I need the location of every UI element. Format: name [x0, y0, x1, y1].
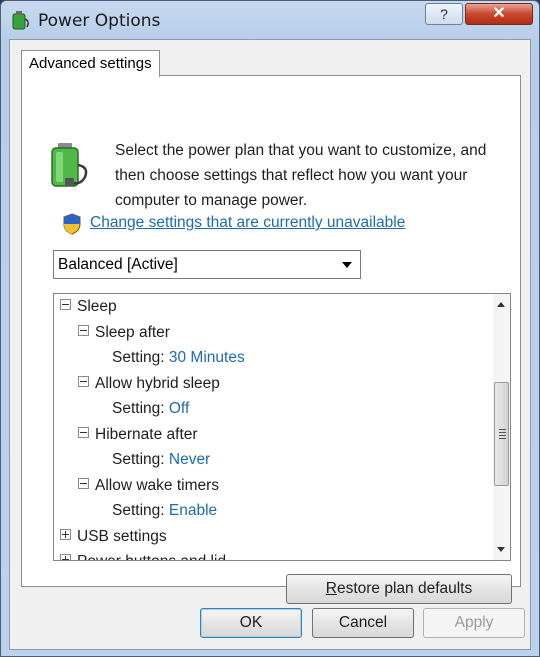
tab-advanced-settings[interactable]: Advanced settings	[21, 50, 160, 77]
restore-accelerator: R	[325, 580, 337, 597]
power-options-window: Power Options ? ✕ Advanced settings Sele…	[0, 0, 540, 657]
setting-sleep-after[interactable]: Setting: 30 Minutes	[112, 346, 245, 370]
expand-icon[interactable]	[60, 554, 71, 560]
tree-item-sleep[interactable]: Sleep	[60, 295, 117, 319]
expand-icon[interactable]	[60, 529, 71, 541]
setting-label: Setting:	[112, 349, 165, 366]
tree-item-power-buttons[interactable]: Power buttons and lid	[60, 550, 226, 560]
scroll-thumb[interactable]	[494, 382, 509, 486]
uac-shield-icon	[63, 213, 81, 235]
setting-hibernate-after[interactable]: Setting: Never	[112, 448, 210, 472]
tree-item-usb-settings[interactable]: USB settings	[60, 525, 167, 549]
cancel-button[interactable]: Cancel	[312, 608, 414, 638]
tree-item-label: Hibernate after	[95, 426, 198, 443]
setting-label: Setting:	[112, 400, 165, 417]
grip-icon	[499, 429, 506, 439]
change-settings-link[interactable]: Change settings that are currently unava…	[90, 214, 405, 232]
setting-value[interactable]: Off	[169, 400, 189, 417]
restore-label: estore plan defaults	[336, 580, 473, 597]
setting-value[interactable]: 30 Minutes	[169, 349, 245, 366]
power-plan-dropdown[interactable]: Balanced [Active]	[53, 250, 361, 279]
tree-item-wake-timers[interactable]: Allow wake timers	[78, 474, 219, 498]
power-options-icon	[12, 11, 29, 30]
collapse-icon[interactable]	[78, 325, 89, 337]
ok-button[interactable]: OK	[200, 608, 302, 638]
battery-plug-icon	[51, 143, 88, 187]
setting-value[interactable]: Enable	[169, 502, 217, 519]
tree-item-label: Sleep after	[95, 324, 170, 341]
window-title: Power Options	[38, 11, 161, 31]
collapse-icon[interactable]	[78, 427, 89, 439]
collapse-icon[interactable]	[60, 299, 71, 311]
power-plan-value: Balanced [Active]	[58, 256, 178, 273]
scroll-up-arrow-icon[interactable]	[493, 296, 510, 313]
settings-tree[interactable]: Sleep Sleep after Setting: 30 Minutes Al…	[53, 293, 511, 561]
tree-item-label: Sleep	[77, 298, 117, 315]
close-button[interactable]: ✕	[465, 3, 533, 25]
setting-wake-timers[interactable]: Setting: Enable	[112, 499, 217, 523]
tree-item-hibernate-after[interactable]: Hibernate after	[78, 423, 198, 447]
tree-item-label: Allow hybrid sleep	[95, 375, 220, 392]
apply-button[interactable]: Apply	[423, 608, 525, 638]
setting-label: Setting:	[112, 502, 165, 519]
title-bar[interactable]: Power Options ? ✕	[1, 1, 539, 39]
dropdown-arrow-icon	[342, 262, 352, 268]
vertical-scrollbar[interactable]	[493, 294, 510, 560]
tab-panel: Select the power plan that you want to c…	[21, 75, 521, 604]
help-button[interactable]: ?	[425, 3, 463, 25]
tree-item-label: Power buttons and lid	[77, 553, 226, 560]
setting-hybrid-sleep[interactable]: Setting: Off	[112, 397, 189, 421]
collapse-icon[interactable]	[78, 478, 89, 490]
setting-value[interactable]: Never	[169, 451, 210, 468]
restore-plan-defaults-button[interactable]: Restore plan defaults	[286, 574, 512, 604]
collapse-icon[interactable]	[78, 376, 89, 388]
scroll-down-arrow-icon[interactable]	[493, 541, 510, 558]
tree-item-hybrid-sleep[interactable]: Allow hybrid sleep	[78, 372, 220, 396]
description-text: Select the power plan that you want to c…	[115, 142, 487, 209]
setting-label: Setting:	[112, 451, 165, 468]
tree-item-label: USB settings	[77, 528, 167, 545]
tree-item-sleep-after[interactable]: Sleep after	[78, 321, 170, 345]
dialog-client-area: Advanced settings Select the power plan …	[9, 39, 531, 650]
tree-item-label: Allow wake timers	[95, 477, 220, 494]
